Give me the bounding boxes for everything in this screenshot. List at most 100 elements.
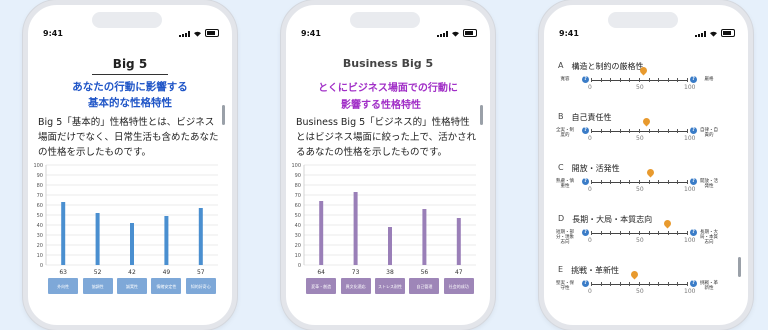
scale-tick [667,78,669,82]
scale-tick [658,129,660,133]
scale-tick [591,78,592,82]
scale-right-label: 開放・活発性 [700,179,718,189]
bar [456,218,461,265]
scale-number: 50 [636,186,644,193]
scale-tick [648,231,650,235]
big5-bar-chart: 0 10 20 30 40 50 60 70 80 90 100 63 外向性 52 協調性 42 誠実性 49 情… [32,159,224,294]
trait-item: C 開放・活発性 熟慮・慎重性 開放・活発性?? 0 50 100 [556,163,738,209]
scale-tick [629,231,631,235]
bar [422,209,427,265]
trait-item: A 構造と制約の厳格性 寛容 厳格?? 0 50 100 [558,61,738,107]
scale-tick [667,129,669,133]
page-heading: Big 5 [112,57,148,71]
scrollbar[interactable] [738,257,741,277]
description-line1: Big 5「基本的」性格特性とは、ビジネス [38,117,215,128]
scale-number: 50 [636,237,644,244]
scale-number: 0 [588,135,592,142]
category-label: 異文化適応 [340,278,371,294]
category-label: 変革・創造 [306,278,337,294]
help-icon[interactable]: ? [582,280,589,287]
y-tick-label: 10 [295,253,301,259]
scale-tick [677,129,679,133]
scale-tick [639,78,640,82]
help-icon[interactable]: ? [690,127,697,134]
status-time: 9:41 [559,29,579,38]
help-icon[interactable]: ? [690,76,697,83]
wifi-icon [452,31,459,37]
y-tick-label: 0 [40,263,43,269]
help-icon[interactable]: ? [582,229,589,236]
scale-tick [629,78,631,82]
scale-tick [687,180,688,184]
scrollbar[interactable] [480,105,483,125]
bar-value-label: 57 [196,269,205,276]
category-label: 知的好奇心 [185,278,216,294]
scale-right-label: 自律・自責的 [700,128,718,138]
bar-value-label: 38 [386,269,394,276]
battery-icon [205,29,219,37]
scale-tick [687,231,688,235]
scale-tick [658,180,660,184]
scale-tick [648,282,650,286]
scale-tick [639,282,640,286]
signal-icon [437,31,448,37]
scale-tick [648,78,650,82]
status-icons [437,29,477,37]
scale-number: 100 [684,135,696,142]
scale-tick [639,180,640,184]
help-icon[interactable]: ? [690,229,697,236]
business-big5-bar-chart: 0 10 20 30 40 50 60 70 80 90 100 64 変革・創造 73 異文化適応 38 スト… [290,159,482,294]
y-tick-label: 60 [295,203,301,209]
wifi-icon [710,31,717,37]
trait-letter: B [558,112,564,121]
trait-title: A 構造と制約の厳格性 [558,61,738,72]
help-icon[interactable]: ? [582,76,589,83]
scale-left-label: 寛容 [560,77,570,82]
subtitle-line2: 基本的な性格特性 [88,97,172,109]
scale-tick [591,282,592,286]
scale-number: 50 [636,84,644,91]
category-label: 自己管理 [409,278,440,294]
description: Big 5「基本的」性格特性とは、ビジネス 場面だけでなく、日常生活も含めたあな… [38,115,223,160]
bar-value-label: 47 [454,269,463,276]
scale-left-label: 全実・制度的 [556,128,574,138]
help-icon[interactable]: ? [690,280,697,287]
help-icon[interactable]: ? [582,127,589,134]
description: Business Big 5「ビジネス的」性格特性 とはビジネス場面に絞った上で… [296,115,481,160]
scale-number: 100 [684,84,696,91]
y-tick-label: 80 [37,183,43,189]
description-line1: Business Big 5「ビジネス的」性格特性 [296,117,470,128]
scale-tick [677,180,679,184]
y-tick-label: 40 [37,223,43,229]
scrollbar[interactable] [222,105,225,125]
y-tick-label: 0 [298,263,301,269]
y-tick-label: 10 [37,253,43,259]
bar-value-label: 64 [317,269,325,276]
scale-tick [677,231,679,235]
trait-letter: E [558,265,564,274]
phone-screen-traits: 9:41 A 構造と制約の厳格性 寛容 厳格?? 0 50 100 B 自己責任性 全実・制度的自… [539,0,753,330]
scale-tick [619,180,621,184]
battery-icon [463,29,477,37]
bar-value-label: 52 [93,269,102,276]
scale-number: 0 [588,84,592,91]
y-tick-label: 90 [295,173,301,179]
subtitle-line1: とくにビジネス場面での行動に [318,83,458,94]
y-tick-label: 80 [295,183,301,189]
scale-number: 100 [684,237,696,244]
dynamic-island [92,12,162,28]
status-time: 9:41 [43,29,63,38]
help-icon[interactable]: ? [690,178,697,185]
scale-tick [687,78,688,82]
subtitle-line2: 影響する性格特性 [341,100,421,111]
help-icon[interactable]: ? [582,178,589,185]
scale-tick [648,129,650,133]
scale-tick [648,180,650,184]
scale-tick [687,129,688,133]
trait-name: 自己責任性 [571,113,612,122]
trait-name: 開放・活発性 [571,164,620,173]
scale-tick [687,282,688,286]
trait-name: 長期・大局・本質志向 [572,215,653,224]
trait-item: E 挑戦・革新性 堅実・保守性 挑戦・革新性?? 0 50 100 [556,265,738,311]
y-tick-label: 40 [295,223,301,229]
